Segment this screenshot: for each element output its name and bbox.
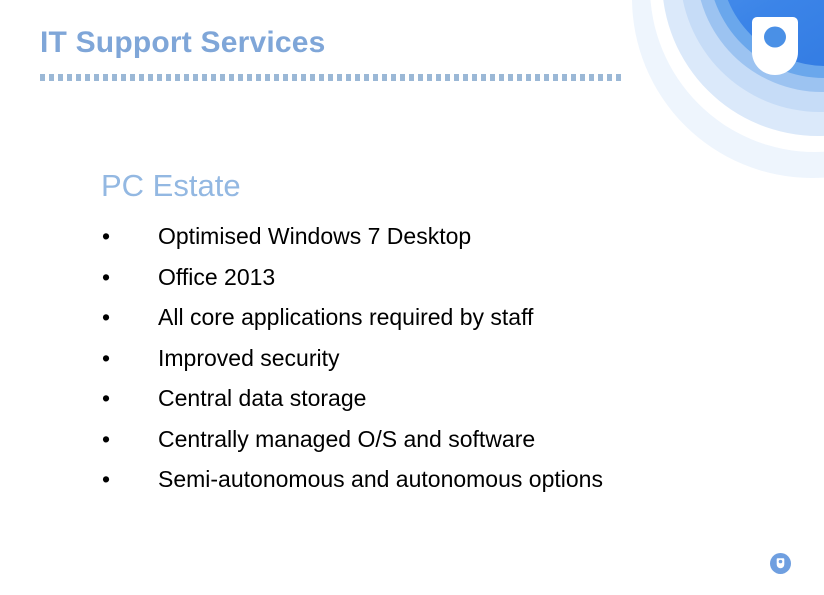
bullet-marker-icon: • — [102, 304, 111, 330]
section-heading: PC Estate — [101, 168, 241, 203]
bullet-marker-icon: • — [102, 425, 111, 452]
list-item: • Optimised Windows 7 Desktop — [100, 216, 760, 257]
list-item: • Semi-autonomous and autonomous options — [100, 459, 760, 500]
slide-canvas: IT Support Services PC Estate • Optimise… — [0, 0, 824, 595]
bullet-marker-icon: • — [102, 223, 111, 249]
list-item-label: Semi-autonomous and autonomous options — [158, 466, 603, 492]
list-item: • Improved security — [100, 338, 760, 379]
bullet-marker-icon: • — [102, 466, 111, 492]
open-university-shield-icon — [748, 16, 802, 78]
list-item-label: Optimised Windows 7 Desktop — [158, 223, 472, 249]
list-item: • Central data storage — [100, 378, 760, 419]
list-item-label: Improved security — [158, 344, 340, 371]
list-item: • Office 2013 — [100, 257, 760, 298]
bullet-marker-icon: • — [102, 385, 111, 411]
list-item: • Centrally managed O/S and software — [100, 419, 760, 460]
page-title: IT Support Services — [40, 26, 326, 59]
list-item-label: All core applications required by staff — [158, 304, 534, 330]
title-underline-rule — [40, 74, 622, 81]
bullet-list: • Optimised Windows 7 Desktop • Office 2… — [100, 216, 760, 500]
list-item: • All core applications required by staf… — [100, 297, 760, 338]
list-item-label: Central data storage — [158, 385, 367, 411]
list-item-label: Centrally managed O/S and software — [158, 425, 536, 452]
list-item-label: Office 2013 — [158, 263, 276, 290]
bullet-marker-icon: • — [102, 263, 111, 290]
page-badge — [770, 553, 791, 574]
bullet-marker-icon: • — [102, 344, 111, 371]
mini-shield-icon — [776, 558, 785, 569]
